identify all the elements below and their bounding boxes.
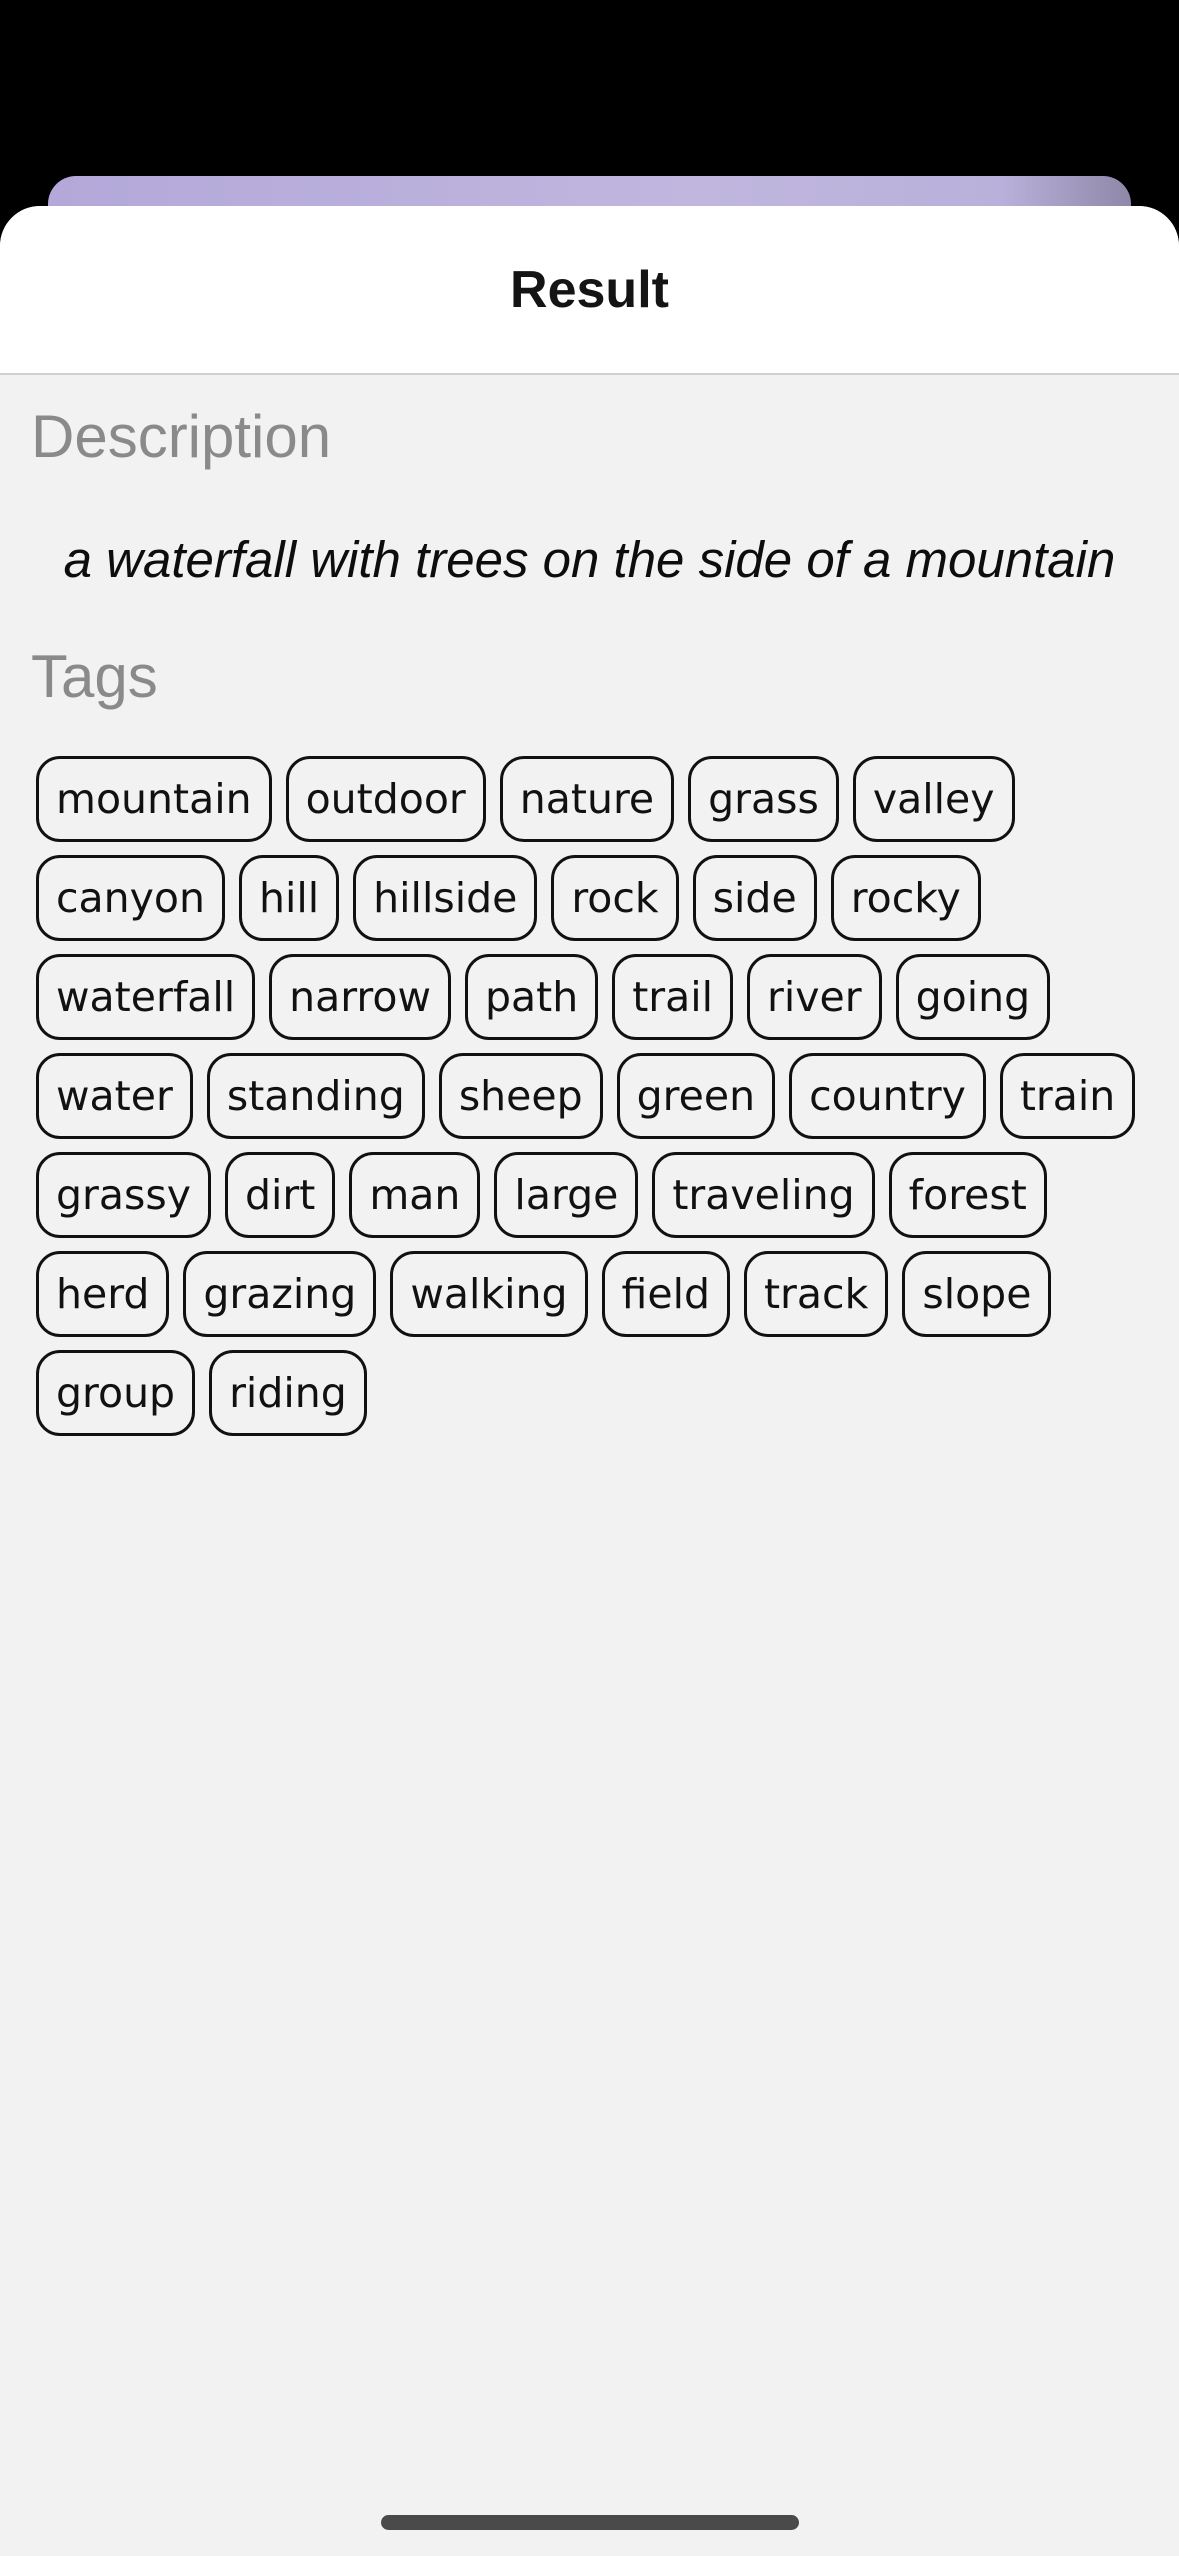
tag-chip[interactable]: grassy (36, 1152, 211, 1238)
tag-chip[interactable]: dirt (225, 1152, 336, 1238)
tag-chip[interactable]: traveling (652, 1152, 875, 1238)
tag-chip[interactable]: standing (206, 1053, 425, 1139)
tag-chip[interactable]: narrow (269, 954, 451, 1040)
tag-chip[interactable]: green (616, 1053, 776, 1139)
tag-chip[interactable]: water (36, 1053, 193, 1139)
tag-chip[interactable]: outdoor (285, 756, 486, 842)
tag-chip[interactable]: train (999, 1053, 1136, 1139)
tag-chip[interactable]: herd (36, 1251, 170, 1337)
sheet-header: Result (0, 206, 1179, 375)
tag-chip[interactable]: path (464, 954, 599, 1040)
tags-heading: Tags (31, 643, 158, 710)
tag-chip[interactable]: man (349, 1152, 481, 1238)
tag-chip[interactable]: rocky (830, 855, 981, 941)
tag-chip[interactable]: riding (209, 1350, 367, 1436)
description-text: a waterfall with trees on the side of a … (63, 531, 1116, 588)
tag-chip[interactable]: grazing (183, 1251, 377, 1337)
tag-chip[interactable]: hillside (353, 855, 538, 941)
result-sheet: Result Description a waterfall with tree… (0, 206, 1179, 2556)
tag-chip[interactable]: large (494, 1152, 639, 1238)
home-indicator[interactable] (381, 2515, 799, 2530)
tag-chip[interactable]: walking (390, 1251, 588, 1337)
tag-chip[interactable]: valley (852, 756, 1015, 842)
tag-chip[interactable]: hill (239, 855, 340, 941)
tag-chip[interactable]: country (789, 1053, 986, 1139)
tag-chip[interactable]: grass (688, 756, 839, 842)
tag-chip[interactable]: slope (902, 1251, 1052, 1337)
tag-chip[interactable]: rock (551, 855, 679, 941)
tag-chip[interactable]: forest (888, 1152, 1047, 1238)
tag-chip[interactable]: going (895, 954, 1051, 1040)
sheet-title: Result (510, 261, 669, 319)
description-heading: Description (31, 403, 332, 470)
tag-list: mountain outdoor nature grass valley canyon hi… (36, 756, 1146, 1436)
tag-chip[interactable]: mountain (36, 756, 272, 842)
tag-chip[interactable]: group (36, 1350, 196, 1436)
tag-chip[interactable]: trail (612, 954, 734, 1040)
tag-chip[interactable]: side (692, 855, 817, 941)
tag-chip[interactable]: sheep (438, 1053, 603, 1139)
tag-chip[interactable]: river (747, 954, 882, 1040)
tag-chip[interactable]: track (743, 1251, 889, 1337)
tag-chip[interactable]: nature (499, 756, 675, 842)
tag-chip[interactable]: field (601, 1251, 730, 1337)
tag-chip[interactable]: waterfall (36, 954, 256, 1040)
tag-chip[interactable]: canyon (36, 855, 225, 941)
